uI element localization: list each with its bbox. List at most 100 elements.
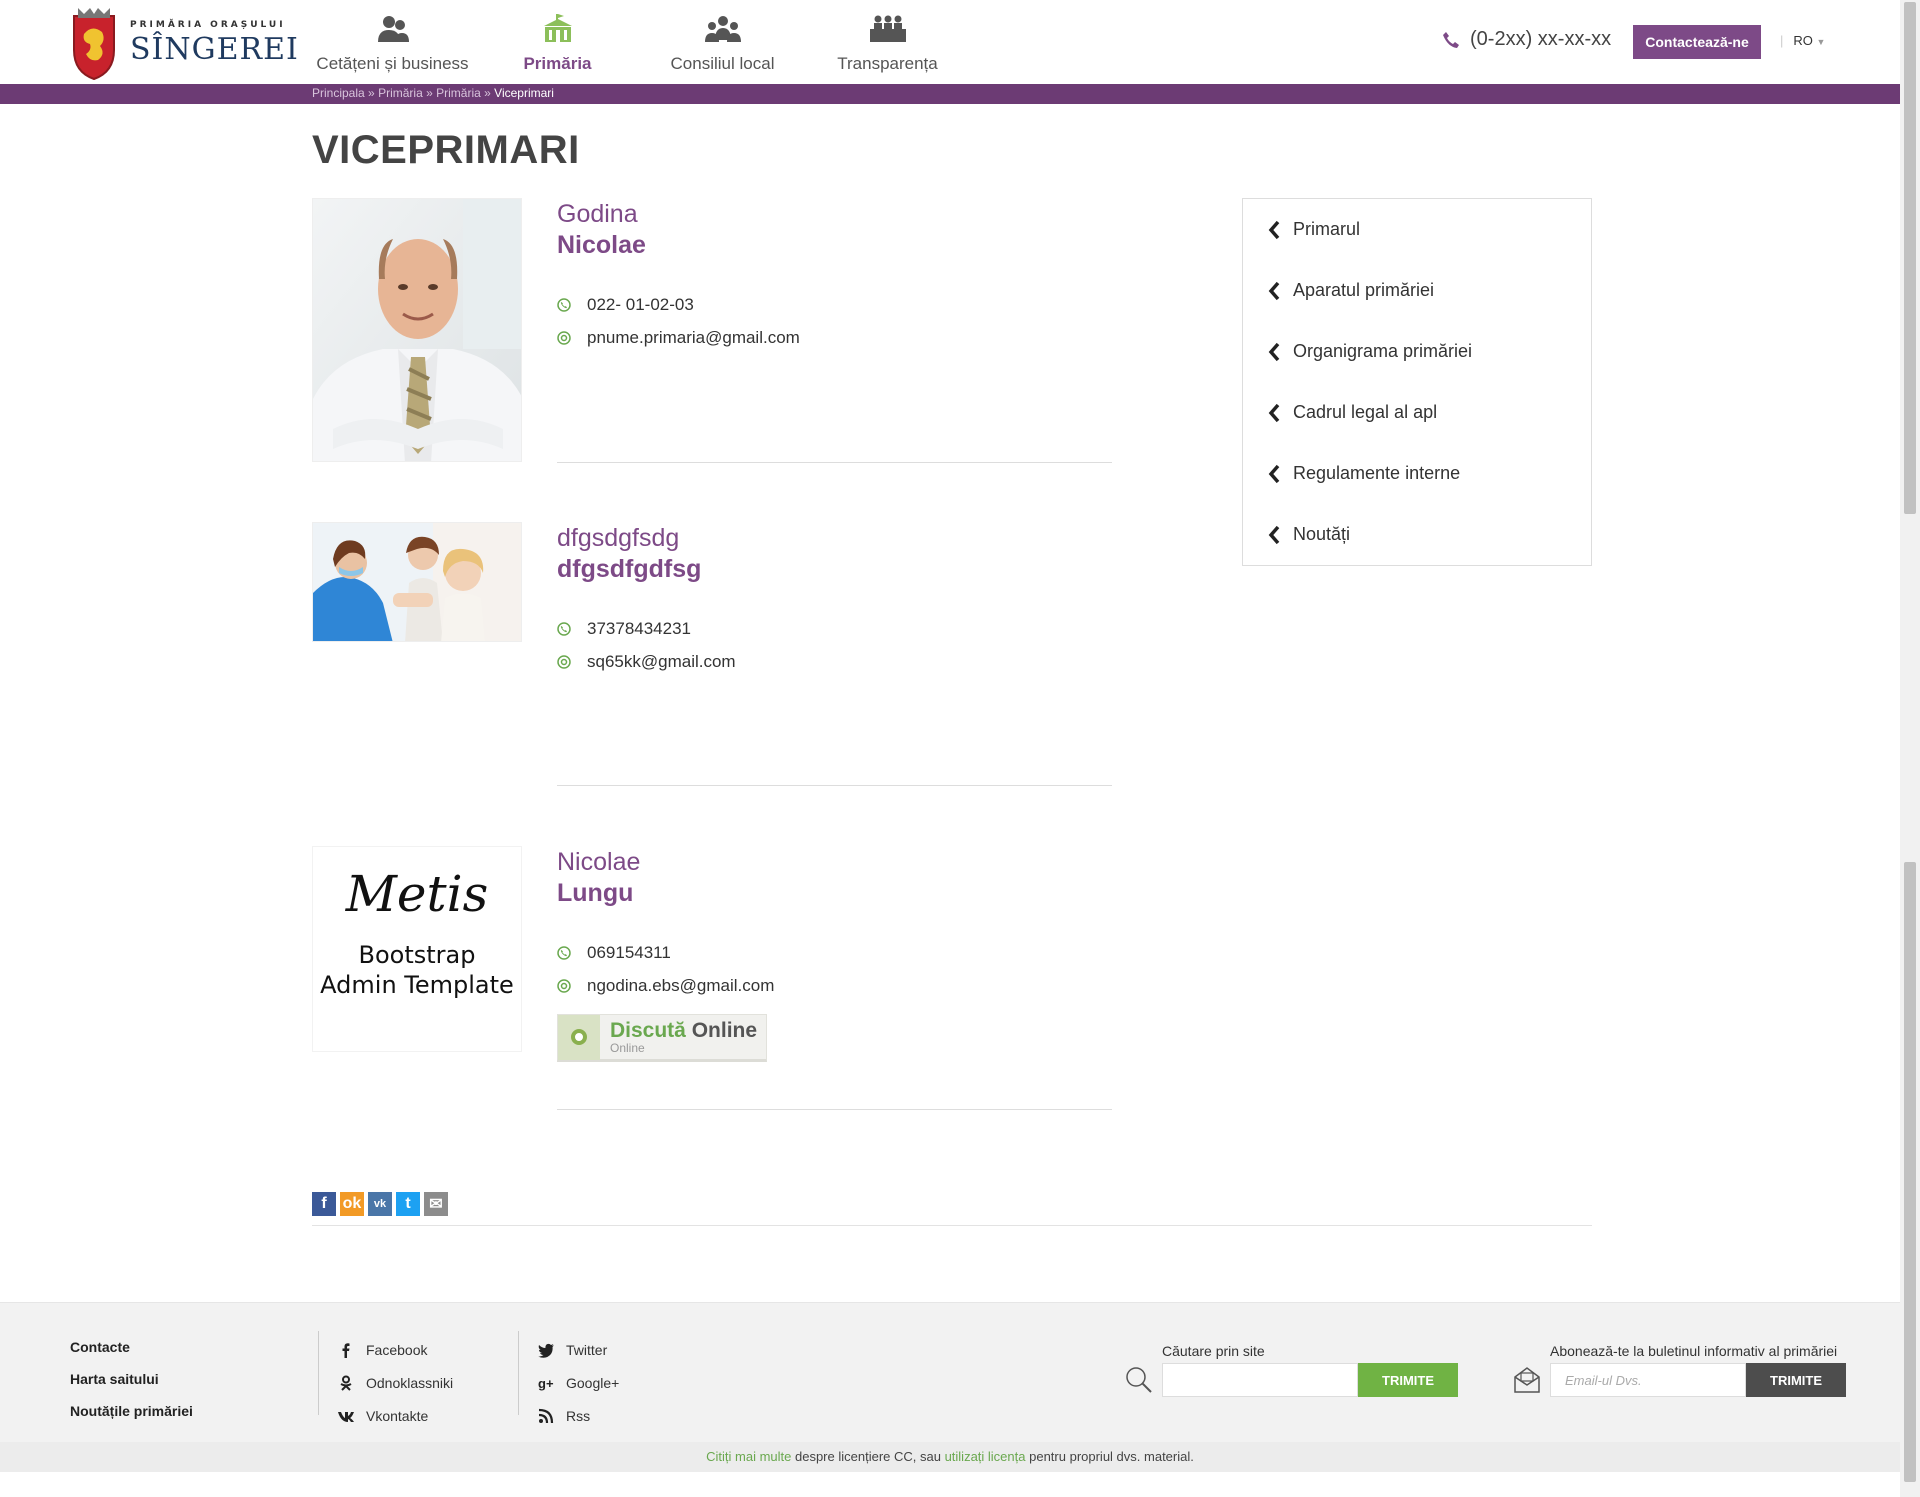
search-input[interactable] [1162, 1363, 1358, 1397]
doctor-child-image [313, 523, 521, 641]
person-first-name: Nicolae [557, 848, 641, 876]
person-email: sq65kk@gmail.com [557, 645, 1112, 678]
scrollbar-thumb[interactable] [1904, 862, 1916, 1482]
license-bar: Citiți mai multe despre licențiere CC, s… [0, 1442, 1900, 1472]
chat-label-word1: Discută [610, 1019, 686, 1042]
person-info: Godina Nicolae 022- 01-02-03 pnume.prima… [557, 198, 1112, 354]
sidebar-item-apparatus[interactable]: Aparatul primăriei [1243, 260, 1591, 321]
page-scrollbar[interactable] [1900, 0, 1920, 1497]
email-value[interactable]: pnume.primaria@gmail.com [587, 328, 800, 348]
facebook-icon [342, 1342, 350, 1358]
google-plus-icon: g+ [538, 1376, 554, 1391]
nav-item-city-hall[interactable]: Primăria [475, 0, 640, 84]
footer-googleplus-link[interactable]: g+ Google+ [538, 1366, 619, 1399]
online-status-icon [571, 1029, 587, 1045]
person-card: Metis Bootstrap Admin Template Nicolae L… [312, 846, 1112, 1112]
envelope-icon [1514, 1367, 1540, 1393]
nav-item-council[interactable]: Consiliul local [640, 0, 805, 84]
breadcrumb-link[interactable]: Primăria [436, 86, 481, 100]
person-phone: 37378434231 [557, 612, 1112, 645]
person-first-name: dfgsdgfsdg [557, 524, 680, 552]
language-selector[interactable]: | RO ▼ [1780, 33, 1825, 48]
sidebar-item-regulations[interactable]: Regulamente interne [1243, 443, 1591, 504]
person-email: pnume.primaria@gmail.com [557, 321, 1112, 354]
chat-online-button[interactable]: Discută Online Online [557, 1014, 767, 1062]
facebook-icon[interactable]: f [312, 1192, 336, 1216]
chevron-left-icon [1268, 281, 1280, 300]
chat-status: Online [610, 1041, 645, 1055]
breadcrumb-bar: Principala » Primăria » Primăria » Vicep… [0, 84, 1900, 104]
citizens-icon [377, 16, 409, 42]
logo-subtitle: PRIMĂRIA ORAȘULUI [130, 19, 286, 30]
divider [312, 1225, 1592, 1226]
divider [557, 785, 1112, 786]
vkontakte-icon[interactable]: vk [368, 1192, 392, 1216]
sidebar-item-legal[interactable]: Cadrul legal al apl [1243, 382, 1591, 443]
nav-item-transparency[interactable]: Transparența [805, 0, 970, 84]
site-logo[interactable]: PRIMĂRIA ORAȘULUI SÎNGEREI [70, 6, 299, 80]
person-email: ngodina.ebs@gmail.com [557, 969, 1112, 1002]
contact-button[interactable]: Contactează-ne [1633, 25, 1761, 59]
social-label: Google+ [566, 1374, 620, 1391]
twitter-icon[interactable]: t [396, 1192, 420, 1216]
breadcrumb-link[interactable]: Principala [312, 86, 365, 100]
email-value[interactable]: sq65kk@gmail.com [587, 652, 736, 672]
breadcrumb-link[interactable]: Primăria [378, 86, 423, 100]
breadcrumb-separator: » [368, 86, 375, 100]
sidebar-item-news[interactable]: Noutăți [1243, 504, 1591, 565]
subscribe-label: Abonează-te la buletinul informativ al p… [1550, 1343, 1838, 1359]
phone-number: (0-2xx) xx-xx-xx [1470, 28, 1612, 50]
divider [518, 1331, 519, 1415]
rss-icon [538, 1408, 554, 1423]
metis-line2: Admin Template [320, 971, 514, 999]
phone-value: 069154311 [587, 942, 671, 962]
license-text: despre licențiere CC, sau [791, 1449, 945, 1464]
social-label: Facebook [366, 1341, 428, 1358]
search-submit-button[interactable]: TRIMITE [1358, 1363, 1458, 1397]
subscribe-email-input[interactable]: Email-ul Dvs. [1550, 1363, 1746, 1397]
main-nav: Cetățeni și business Primăria Consiliul … [310, 0, 970, 84]
footer-facebook-link[interactable]: Facebook [338, 1333, 453, 1366]
footer-rss-link[interactable]: Rss [538, 1399, 619, 1432]
subscribe-submit-button[interactable]: TRIMITE [1746, 1363, 1846, 1397]
metis-brand: Metis [345, 865, 489, 923]
chevron-down-icon: ▼ [1816, 37, 1826, 47]
nav-label: Primăria [523, 54, 592, 73]
footer-odnoklassniki-link[interactable]: Odnoklassniki [338, 1366, 453, 1399]
sidebar-item-mayor[interactable]: Primarul [1243, 199, 1591, 260]
email-value[interactable]: ngodina.ebs@gmail.com [587, 976, 774, 996]
odnoklassniki-icon[interactable]: ok [340, 1192, 364, 1216]
license-link-use[interactable]: utilizați licența [945, 1449, 1026, 1464]
sidebar-item-organigram[interactable]: Organigrama primăriei [1243, 321, 1591, 382]
email-icon[interactable]: ✉ [424, 1192, 448, 1216]
person-first-name: Godina [557, 200, 638, 228]
footer-link-news[interactable]: Noutățile primăriei [70, 1403, 193, 1435]
nav-item-citizens[interactable]: Cetățeni și business [310, 0, 475, 84]
person-last-name: Lungu [557, 879, 634, 907]
sidebar-menu: Primarul Aparatul primăriei Organigrama … [1242, 198, 1592, 566]
divider [557, 462, 1112, 463]
footer-link-sitemap[interactable]: Harta saitului [70, 1371, 193, 1403]
search-icon [1126, 1367, 1152, 1393]
sidebar-item-label: Regulamente interne [1293, 463, 1461, 483]
sidebar-item-label: Primarul [1293, 219, 1361, 239]
footer-twitter-link[interactable]: Twitter [538, 1333, 619, 1366]
person-last-name: dfgsdfgdfsg [557, 555, 702, 583]
divider [557, 1109, 1112, 1110]
header-phone: (0-2xx) xx-xx-xx [1442, 28, 1611, 51]
license-link-more[interactable]: Citiți mai multe [706, 1449, 791, 1464]
phone-icon [557, 945, 571, 960]
social-label: Odnoklassniki [366, 1374, 454, 1391]
scrollbar-thumb[interactable] [1904, 2, 1916, 514]
person-phone: 022- 01-02-03 [557, 288, 1112, 321]
sidebar-item-label: Cadrul legal al apl [1293, 402, 1438, 422]
chevron-left-icon [1268, 464, 1280, 483]
person-phone: 069154311 [557, 936, 1112, 969]
footer-vkontakte-link[interactable]: Vkontakte [338, 1399, 453, 1432]
odnoklassniki-icon [340, 1375, 352, 1391]
share-buttons: f ok vk t ✉ [312, 1192, 452, 1216]
footer-search: Căutare prin site TRIMITE [1124, 1343, 1458, 1397]
footer-link-contacts[interactable]: Contacte [70, 1339, 193, 1371]
transparency-icon [869, 15, 906, 42]
social-label: Vkontakte [366, 1407, 429, 1424]
